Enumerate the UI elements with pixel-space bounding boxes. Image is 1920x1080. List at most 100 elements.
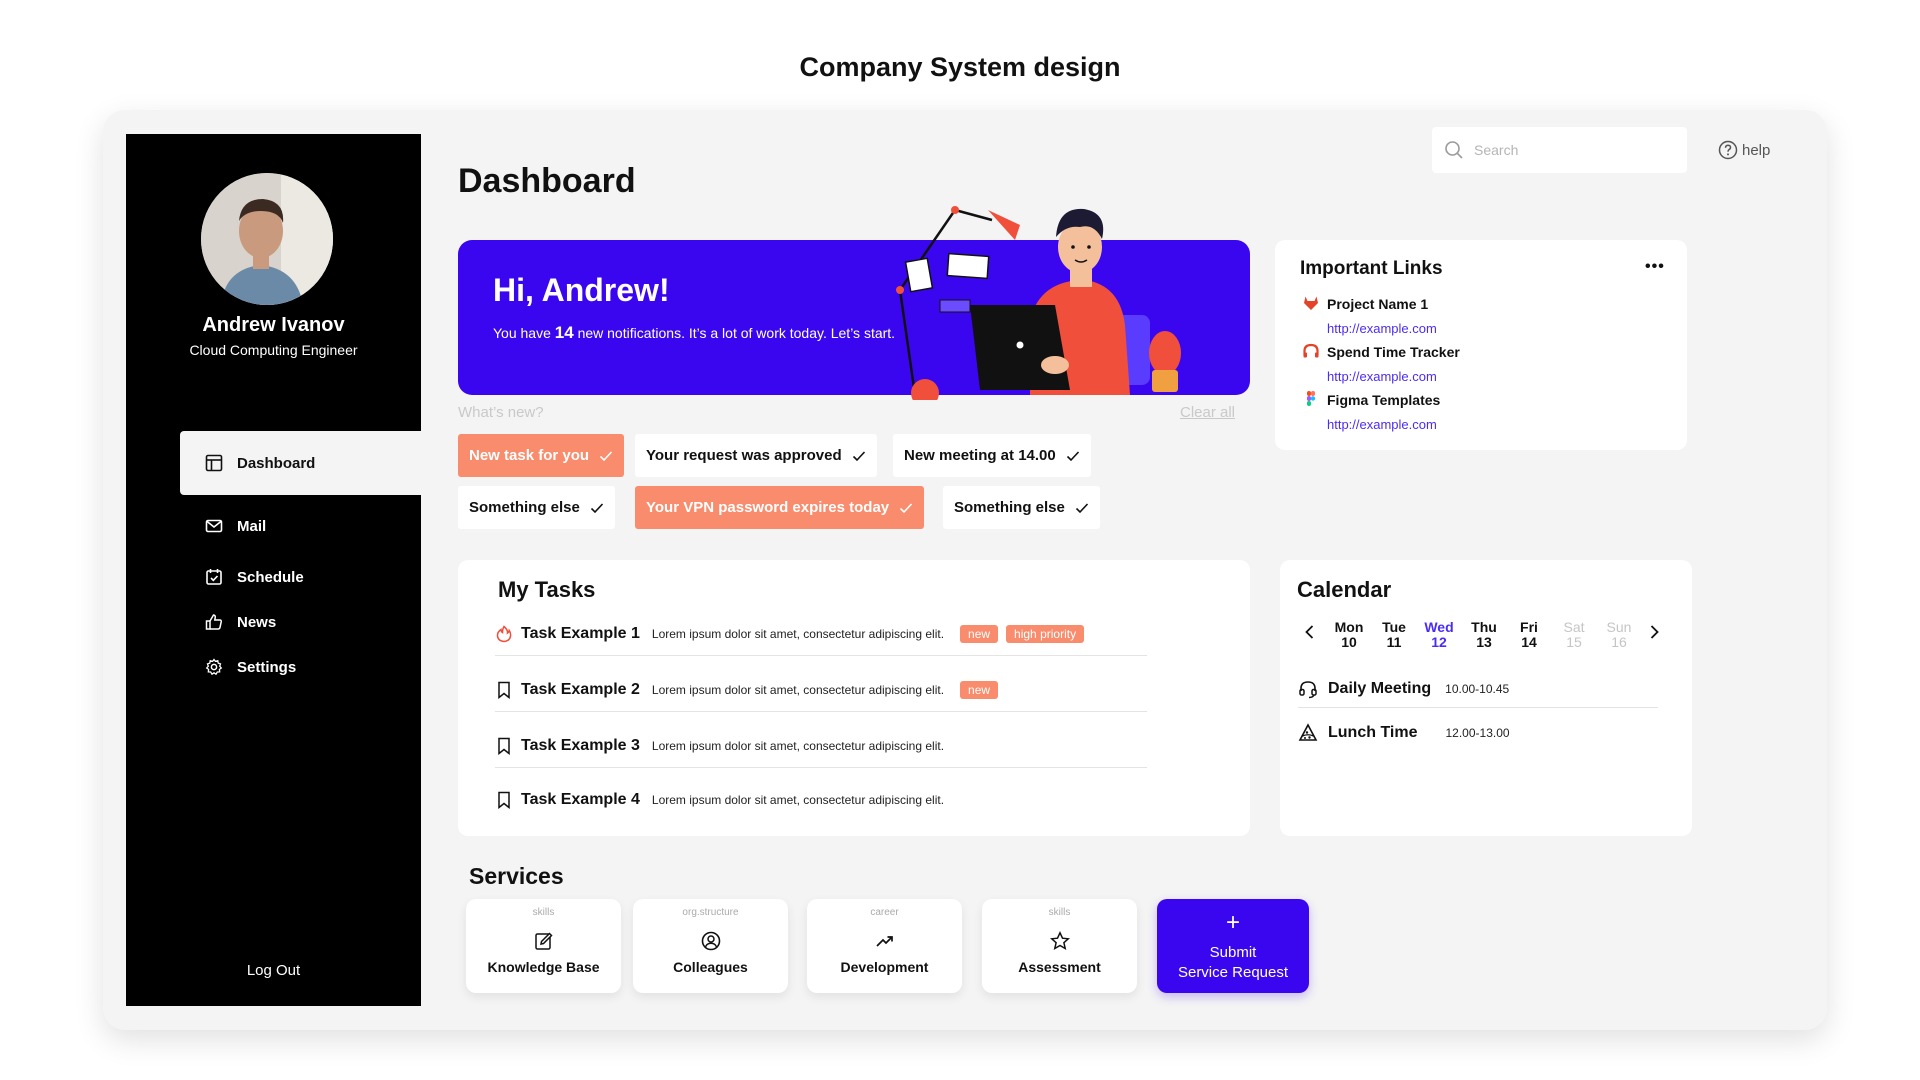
day-number: 16 <box>1611 634 1627 650</box>
notification-chip[interactable]: Something else <box>943 486 1100 529</box>
more-options-icon[interactable]: ••• <box>1645 258 1665 276</box>
day-number: 15 <box>1566 634 1582 650</box>
sidebar-item-label: Dashboard <box>237 454 316 472</box>
service-development[interactable]: career Development <box>807 899 962 993</box>
layout-icon <box>205 454 223 472</box>
link-name[interactable]: Spend Time Tracker <box>1327 344 1460 360</box>
link-name[interactable]: Figma Templates <box>1327 392 1440 408</box>
help-icon <box>1718 140 1738 160</box>
check-icon <box>900 502 913 513</box>
notification-chip[interactable]: Your VPN password expires today <box>635 486 925 529</box>
task-description: Lorem ipsum dolor sit amet, consectetur … <box>651 793 945 807</box>
headset-icon <box>1299 680 1317 698</box>
submit-label-line2: Service Request <box>1177 964 1289 981</box>
calendar-day[interactable]: Thu 13 <box>1464 620 1504 650</box>
sidebar-item-settings[interactable]: Settings <box>180 647 296 687</box>
calendar-event[interactable]: Daily Meeting 10.00-10.45 <box>1298 670 1658 708</box>
notification-chip[interactable]: Something else <box>458 486 615 529</box>
event-name: Lunch Time <box>1328 724 1418 741</box>
chip-label: Your VPN password expires today <box>646 499 890 516</box>
check-icon <box>599 450 613 461</box>
banner-text-after: new notifications. It’s a lot of work to… <box>573 325 896 341</box>
sidebar-item-label: Settings <box>237 658 297 676</box>
event-time: 10.00-10.45 <box>1445 681 1510 696</box>
calendar-day[interactable]: Sat 15 <box>1554 620 1594 650</box>
link-url[interactable]: http://example.com <box>1327 417 1437 432</box>
link-url[interactable]: http://example.com <box>1327 369 1437 384</box>
link-name[interactable]: Project Name 1 <box>1327 296 1428 312</box>
gitlab-icon <box>1304 296 1318 310</box>
service-colleagues[interactable]: org.structure Colleagues <box>633 899 788 993</box>
calendar-event[interactable]: Lunch Time 12.00-13.00 <box>1298 714 1658 752</box>
day-name: Sat <box>1563 619 1585 635</box>
mail-icon <box>205 519 223 533</box>
sidebar-item-label: Mail <box>237 517 267 535</box>
chip-label: Something else <box>954 499 1065 516</box>
service-category: skills <box>1048 907 1071 918</box>
calendar-day[interactable]: Tue 11 <box>1374 620 1414 650</box>
my-tasks-title: My Tasks <box>498 577 596 602</box>
calendar-day[interactable]: Sun 16 <box>1599 620 1639 650</box>
day-number: 14 <box>1521 634 1537 650</box>
task-title: Task Example 3 <box>521 736 640 754</box>
bookmark-icon <box>498 791 510 809</box>
calendar-day[interactable]: Mon 10 <box>1329 620 1369 650</box>
logout-button[interactable]: Log Out <box>126 962 421 979</box>
calendar-day[interactable]: Fri 14 <box>1509 620 1549 650</box>
check-icon <box>1066 450 1079 461</box>
important-links-title: Important Links <box>1300 258 1443 279</box>
tag-new: new <box>960 680 999 699</box>
thumbs-up-icon <box>205 614 222 630</box>
dashboard-title: Dashboard <box>458 162 636 200</box>
task-row[interactable]: Task Example 2 Lorem ipsum dolor sit ame… <box>495 668 1147 712</box>
day-number: 10 <box>1341 634 1357 650</box>
notification-count: 14 <box>554 323 574 342</box>
headphones-icon <box>1303 343 1319 358</box>
task-row[interactable]: Task Example 3 Lorem ipsum dolor sit ame… <box>495 724 1147 768</box>
tag-new: new <box>960 624 999 643</box>
task-row[interactable]: Task Example 4 Lorem ipsum dolor sit ame… <box>495 780 1147 820</box>
service-knowledge-base[interactable]: skills Knowledge Base <box>466 899 621 993</box>
banner-message: You have 14 new notifications. It’s a lo… <box>493 322 913 344</box>
banner-text-before: You have <box>493 325 555 341</box>
sidebar-item-label: News <box>237 613 277 631</box>
link-url[interactable]: http://example.com <box>1327 321 1437 336</box>
notification-chip[interactable]: New meeting at 14.00 <box>893 434 1091 477</box>
chevron-right-icon[interactable] <box>1646 624 1662 640</box>
chevron-left-icon[interactable] <box>1302 624 1318 640</box>
service-assessment[interactable]: skills Assessment <box>982 899 1137 993</box>
sidebar-item-mail[interactable]: Mail <box>180 506 266 546</box>
edit-icon <box>535 932 553 950</box>
worker-illustration <box>896 206 1181 400</box>
day-name: Sun <box>1606 619 1632 635</box>
service-name: Colleagues <box>673 959 748 975</box>
figma-icon <box>1307 391 1316 406</box>
whats-new-heading: What’s new? <box>458 404 544 421</box>
help-link[interactable]: help <box>1718 140 1770 160</box>
tag-high-priority: high priority <box>1006 624 1085 643</box>
task-row[interactable]: Task Example 1 Lorem ipsum dolor sit ame… <box>495 612 1147 656</box>
notification-chip[interactable]: New task for you <box>458 434 625 477</box>
chip-label: Your request was approved <box>646 447 842 464</box>
notification-chip[interactable]: Your request was approved <box>635 434 877 477</box>
sidebar-item-schedule[interactable]: Schedule <box>180 557 304 597</box>
avatar-photo <box>201 173 333 305</box>
service-name: Assessment <box>1018 959 1101 975</box>
gear-icon <box>205 658 223 676</box>
avatar[interactable] <box>201 173 333 305</box>
fire-icon <box>496 624 512 642</box>
sidebar-item-dashboard[interactable]: Dashboard <box>180 431 435 495</box>
check-icon <box>1075 502 1088 513</box>
submit-label: Submit Service Request <box>1157 943 1309 983</box>
chip-label: Something else <box>469 499 580 516</box>
search-input[interactable]: Search <box>1432 127 1687 173</box>
day-name: Fri <box>1520 619 1538 635</box>
clear-all-link[interactable]: Clear all <box>1180 404 1235 421</box>
calendar-day-selected[interactable]: Wed 12 <box>1419 620 1459 650</box>
sidebar-item-news[interactable]: News <box>180 602 276 642</box>
calendar-check-icon <box>206 569 222 585</box>
submit-service-request-button[interactable]: + Submit Service Request <box>1157 899 1309 993</box>
calendar-title: Calendar <box>1297 577 1392 602</box>
task-description: Lorem ipsum dolor sit amet, consectetur … <box>651 738 945 753</box>
user-name: Andrew Ivanov <box>202 314 345 336</box>
